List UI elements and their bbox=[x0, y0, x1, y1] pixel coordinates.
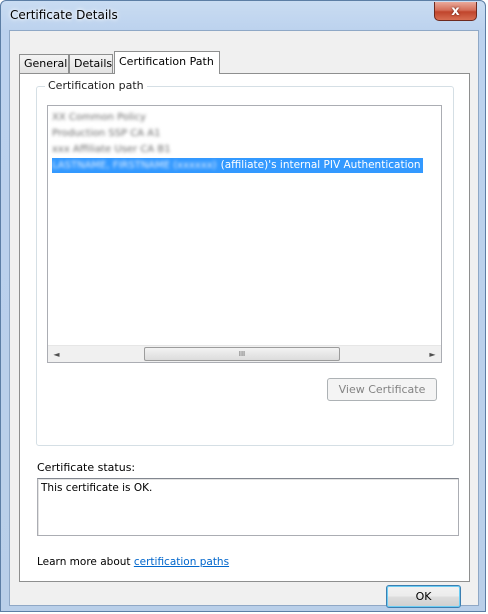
tree-item-root-ca[interactable]: XX Common Policy bbox=[52, 110, 146, 125]
scrollbar-thumb[interactable]: III bbox=[144, 347, 340, 361]
window-title: Certificate Details bbox=[10, 8, 118, 22]
certificate-status-label: Certificate status: bbox=[37, 461, 136, 474]
certificate-status-box: This certificate is OK. bbox=[37, 478, 459, 536]
certification-paths-link[interactable]: certification paths bbox=[134, 556, 229, 568]
cert-name-text: (affiliate)'s internal PIV Authenticatio… bbox=[220, 159, 421, 171]
certificate-status-text: This certificate is OK. bbox=[41, 482, 153, 494]
tree-item-intermediate-ca[interactable]: Production SSP CA A1 bbox=[52, 126, 161, 141]
close-button[interactable]: x bbox=[434, 2, 477, 21]
tab-certification-path[interactable]: Certification Path bbox=[114, 51, 220, 74]
learn-more-prefix: Learn more about bbox=[37, 556, 134, 568]
tree-item-user-cert[interactable]: LASTNAME, FIRSTNAME (xxxxxx) (affiliate)'… bbox=[52, 158, 423, 173]
scroll-left-icon[interactable]: ◄ bbox=[48, 346, 65, 362]
tree-item-issuing-ca[interactable]: xxx Affiliate User CA B1 bbox=[52, 142, 171, 157]
view-certificate-button[interactable]: View Certificate bbox=[327, 378, 437, 401]
certification-path-group: Certification path XX Common Policy Prod… bbox=[36, 79, 454, 446]
blurred-cert-name: xxx Affiliate User CA B1 bbox=[52, 144, 171, 155]
ok-button[interactable]: OK bbox=[386, 585, 461, 608]
horizontal-scrollbar[interactable]: ◄ III ► bbox=[48, 345, 441, 362]
title-bar[interactable]: Certificate Details x bbox=[1, 1, 485, 29]
dialog-client-area: General Details Certification Path Certi… bbox=[9, 30, 479, 608]
certification-path-tab-page: Certification path XX Common Policy Prod… bbox=[19, 73, 470, 582]
grip-icon: III bbox=[238, 349, 246, 358]
certification-path-label: Certification path bbox=[45, 79, 147, 92]
blurred-cert-name: LASTNAME, FIRSTNAME (xxxxxx) bbox=[52, 160, 217, 171]
blurred-cert-name: Production SSP CA A1 bbox=[52, 128, 161, 139]
tab-general[interactable]: General bbox=[19, 54, 69, 73]
close-icon: x bbox=[451, 3, 460, 19]
learn-more-text: Learn more about certification paths bbox=[37, 556, 229, 568]
certification-path-tree[interactable]: XX Common Policy Production SSP CA A1 xx… bbox=[47, 105, 442, 363]
scroll-right-icon[interactable]: ► bbox=[424, 346, 441, 362]
tab-details[interactable]: Details bbox=[69, 54, 113, 73]
blurred-cert-name: XX Common Policy bbox=[52, 112, 146, 123]
certificate-details-window: Certificate Details x General Details Ce… bbox=[0, 0, 486, 612]
